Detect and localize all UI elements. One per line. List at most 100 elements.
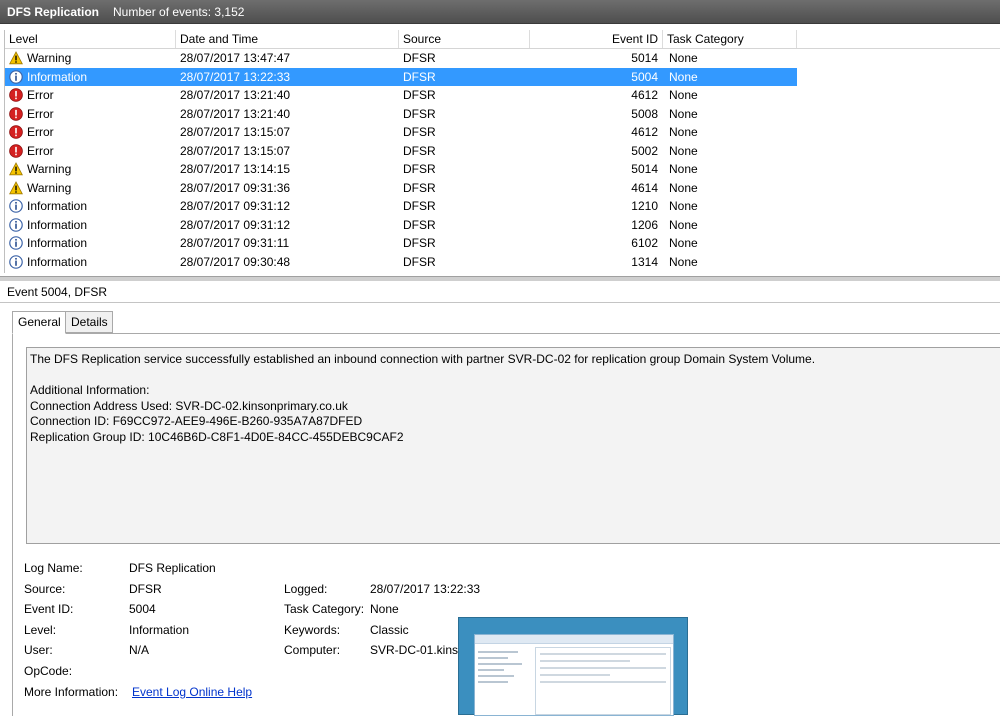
event-task-category: None — [669, 125, 698, 139]
event-source: DFSR — [403, 162, 436, 176]
event-level-cell: Warning — [9, 179, 71, 198]
event-level: Error — [27, 143, 54, 158]
event-task-category: None — [669, 180, 698, 195]
event-id: 1206 — [631, 217, 658, 232]
description-connection-id: Connection ID: F69CC972-AEE9-496E-B260-9… — [30, 414, 363, 428]
window-thumbnail-preview[interactable] — [458, 617, 688, 716]
event-task-category: None — [669, 236, 698, 250]
event-description[interactable]: The DFS Replication service successfully… — [26, 347, 1000, 544]
event-level-cell: Error — [9, 86, 54, 105]
log-name-value: DFS Replication — [129, 561, 216, 575]
event-detail-header: Event 5004, DFSR — [0, 281, 1000, 303]
event-date: 28/07/2017 13:15:07 — [180, 125, 291, 139]
event-row[interactable]: Information 28/07/2017 09:31:11 DFSR 6102 No… — [5, 234, 797, 253]
column-header-level[interactable]: Level — [5, 30, 176, 48]
event-source: DFSR — [403, 199, 436, 213]
event-level-cell: Warning — [9, 160, 71, 179]
keywords-value: Classic — [370, 623, 409, 637]
event-row[interactable]: Warning 28/07/2017 13:14:15 DFSR 5014 None — [5, 160, 797, 179]
event-count: Number of events: 3,152 — [113, 4, 245, 19]
event-row[interactable]: Warning 28/07/2017 13:47:47 DFSR 5014 None — [5, 49, 797, 68]
information-icon — [9, 236, 23, 251]
tab-details[interactable]: Details — [65, 311, 113, 333]
event-source: DFSR — [403, 88, 436, 102]
event-row[interactable]: Error 28/07/2017 13:21:40 DFSR 4612 None — [5, 86, 797, 105]
event-source: DFSR — [403, 106, 436, 121]
event-level: Information — [27, 199, 88, 213]
event-id: 4612 — [631, 125, 658, 139]
event-row[interactable]: Error 28/07/2017 13:15:07 DFSR 4612 None — [5, 123, 797, 142]
event-source: DFSR — [403, 143, 436, 158]
task-category-value: None — [370, 602, 399, 616]
event-id: 5014 — [631, 162, 658, 176]
information-icon — [9, 199, 23, 214]
event-source: DFSR — [403, 69, 436, 84]
event-date: 28/07/2017 13:14:15 — [180, 162, 291, 176]
event-task-category: None — [669, 51, 698, 65]
event-row[interactable]: Error 28/07/2017 13:15:07 DFSR 5002 None — [5, 142, 797, 161]
event-row[interactable]: Warning 28/07/2017 09:31:36 DFSR 4614 None — [5, 179, 797, 198]
event-source: DFSR — [403, 125, 436, 139]
event-row[interactable]: Information 28/07/2017 13:22:33 DFSR 5004 No… — [5, 67, 797, 86]
event-level: Warning — [27, 180, 72, 195]
event-level: Information — [27, 217, 88, 232]
window-title-bar: DFS Replication Number of events: 3,152 — [0, 0, 1000, 24]
computer-label: Computer: — [284, 643, 341, 657]
more-information-label: More Information: — [24, 685, 119, 699]
event-task-category: None — [669, 69, 698, 84]
log-title: DFS Replication — [7, 4, 100, 19]
event-task-category: None — [669, 217, 698, 232]
event-level-cell: Error — [9, 123, 54, 142]
event-date: 28/07/2017 09:31:12 — [180, 199, 291, 213]
event-id: 6102 — [631, 236, 658, 250]
logged-label: Logged: — [284, 582, 328, 596]
event-row[interactable]: Information 28/07/2017 09:31:12 DFSR 1210 No… — [5, 197, 797, 216]
event-date: 28/07/2017 13:21:40 — [180, 88, 291, 102]
event-level-cell: Information — [9, 197, 87, 216]
event-list[interactable]: Level Date and Time Source Event ID Task… — [4, 30, 1000, 273]
event-id: 1210 — [631, 199, 658, 213]
event-level: Information — [27, 254, 88, 269]
column-header-event-id[interactable]: Event ID — [530, 30, 663, 48]
source-value: DFSR — [129, 582, 162, 596]
event-task-category: None — [669, 162, 698, 176]
event-task-category: None — [669, 106, 698, 121]
error-icon — [9, 125, 23, 140]
event-date: 28/07/2017 13:15:07 — [180, 143, 291, 158]
event-id-value: 5004 — [129, 602, 156, 616]
level-label: Level: — [24, 623, 57, 637]
event-source: DFSR — [403, 180, 436, 195]
event-log-online-help-link[interactable]: Event Log Online Help — [132, 685, 252, 699]
event-level: Error — [27, 106, 54, 121]
thumbnail-content — [535, 647, 671, 715]
event-level-cell: Information — [9, 216, 87, 235]
event-source: DFSR — [403, 236, 436, 250]
event-level-cell: Information — [9, 234, 87, 253]
opcode-label: OpCode: — [24, 664, 73, 678]
event-row[interactable]: Error 28/07/2017 13:21:40 DFSR 5008 None — [5, 105, 797, 124]
event-row[interactable]: Information 28/07/2017 09:31:12 DFSR 1206 No… — [5, 216, 797, 235]
event-level: Error — [27, 88, 54, 102]
log-name-label: Log Name: — [24, 561, 83, 575]
column-header-date[interactable]: Date and Time — [176, 30, 399, 48]
tab-general[interactable]: General — [12, 311, 66, 334]
column-header-source[interactable]: Source — [399, 30, 530, 48]
error-icon — [9, 143, 23, 158]
warning-icon — [9, 51, 23, 65]
event-row[interactable]: Information 28/07/2017 09:30:48 DFSR 1314 No… — [5, 253, 797, 272]
event-id: 5008 — [631, 106, 658, 121]
description-replication-group-id: Replication Group ID: 10C46B6D-C8F1-4D0E… — [30, 429, 404, 444]
event-date: 28/07/2017 09:31:11 — [180, 236, 290, 250]
column-header-task-category[interactable]: Task Category — [663, 30, 797, 48]
event-level-cell: Information — [9, 253, 87, 272]
event-id: 4612 — [631, 88, 658, 102]
event-level: Warning — [27, 162, 72, 176]
warning-icon — [9, 162, 23, 176]
task-category-label: Task Category: — [284, 602, 365, 616]
event-date: 28/07/2017 13:21:40 — [180, 106, 291, 121]
event-task-category: None — [669, 143, 698, 158]
event-level: Error — [27, 125, 54, 139]
event-level: Warning — [27, 51, 72, 65]
thumbnail-sidebar — [478, 647, 528, 715]
level-value: Information — [129, 623, 190, 637]
